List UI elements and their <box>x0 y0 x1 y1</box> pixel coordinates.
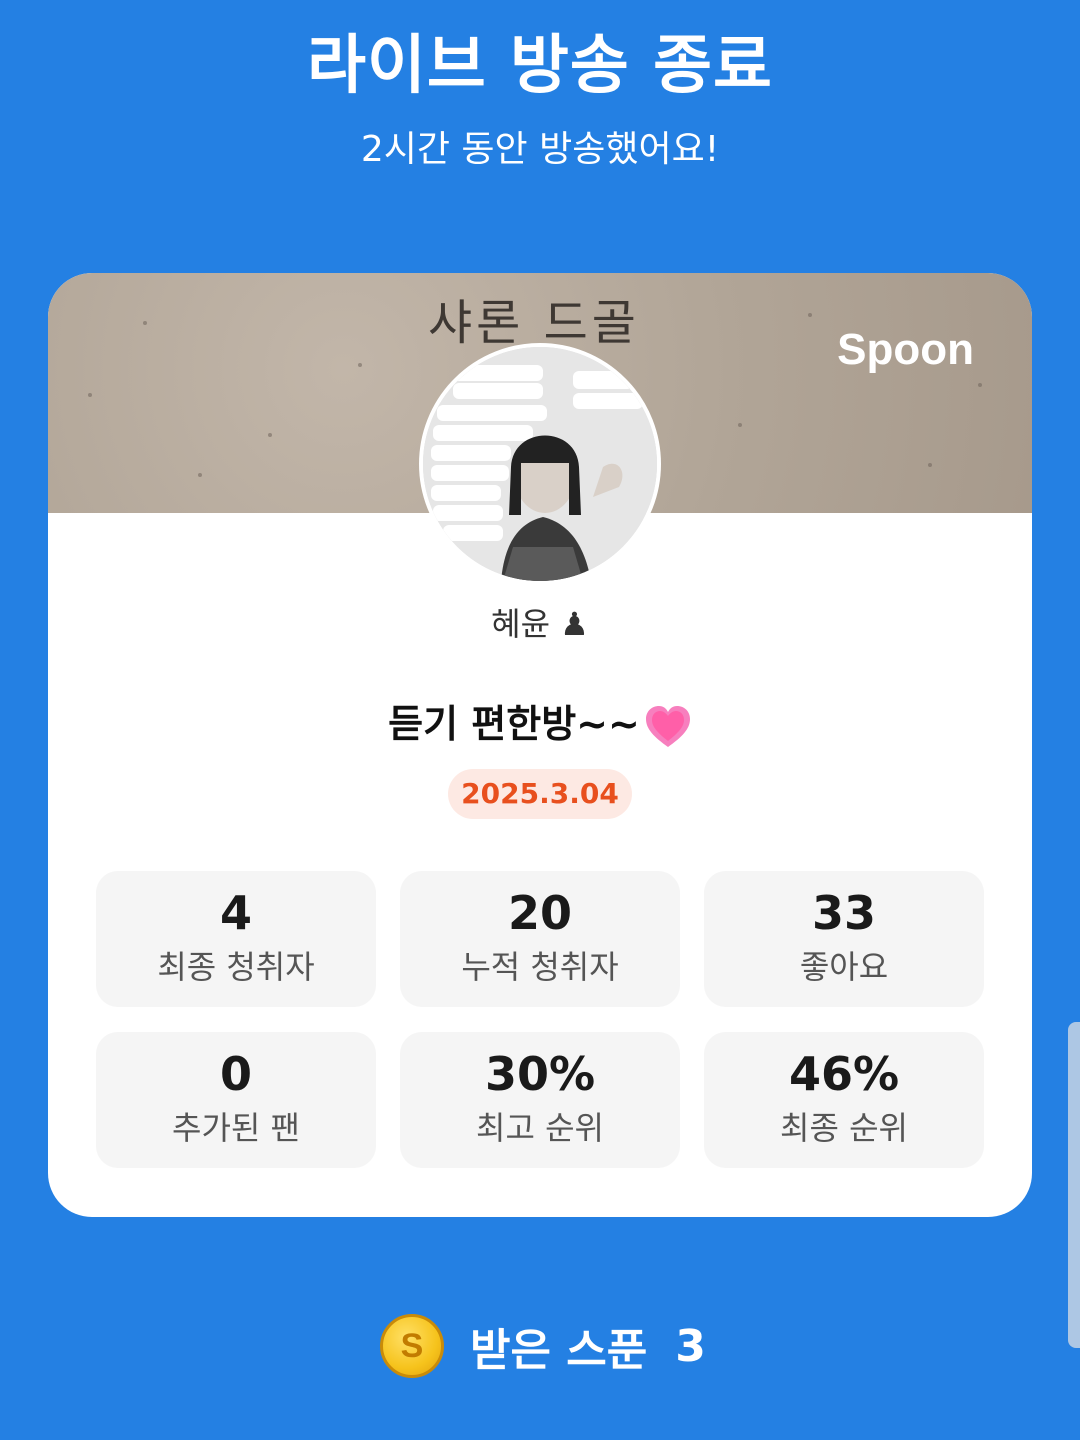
stat-label: 최종 청취자 <box>157 948 315 986</box>
date-badge: 2025.3.04 <box>448 769 632 819</box>
stat-value: 0 <box>219 1047 252 1101</box>
scroll-handle[interactable] <box>1068 1022 1080 1348</box>
stat-value: 33 <box>811 886 876 940</box>
page-title: 라이브 방송 종료 <box>307 29 773 103</box>
spoon-logo: Spoon <box>837 325 974 374</box>
broadcast-title: 듣기 편한방~~ <box>388 702 640 746</box>
stat-final-rank: 46% 최종 순위 <box>704 1032 984 1168</box>
profile-name: 혜윤 ♟ <box>491 605 589 643</box>
stat-best-rank: 30% 최고 순위 <box>400 1032 680 1168</box>
stat-total-listeners: 20 누적 청취자 <box>400 871 680 1007</box>
stat-value: 30% <box>484 1047 596 1101</box>
broadcast-title-row: 듣기 편한방~~ <box>48 693 1032 749</box>
received-spoons-count: 3 <box>675 1320 706 1372</box>
stat-new-fans: 0 추가된 팬 <box>96 1032 376 1168</box>
received-spoons: S 받은 스푼 3 <box>380 1314 706 1378</box>
avatar-image <box>423 347 657 581</box>
stat-label: 최고 순위 <box>476 1109 604 1147</box>
stat-label: 좋아요 <box>799 948 889 986</box>
broadcast-duration: 2시간 동안 방송했어요! <box>360 129 720 170</box>
stat-value: 20 <box>507 886 572 940</box>
stat-value: 4 <box>219 886 252 940</box>
received-spoons-label: 받은 스푼 <box>470 1325 648 1376</box>
spoon-coin-icon: S <box>380 1314 444 1378</box>
avatar[interactable] <box>419 343 661 585</box>
stat-likes: 33 좋아요 <box>704 871 984 1007</box>
stat-label: 최종 순위 <box>780 1109 908 1147</box>
stat-final-listeners: 4 최종 청취자 <box>96 871 376 1007</box>
stat-label: 누적 청취자 <box>461 948 619 986</box>
stat-value: 46% <box>788 1047 900 1101</box>
stat-label: 추가된 팬 <box>172 1109 300 1147</box>
summary-card: 샤론 드골 Spoon 혜윤 ♟ 듣기 편한방~~ 2025.3.04 4 최종… <box>48 273 1032 1217</box>
pink-heart-icon <box>645 705 690 747</box>
